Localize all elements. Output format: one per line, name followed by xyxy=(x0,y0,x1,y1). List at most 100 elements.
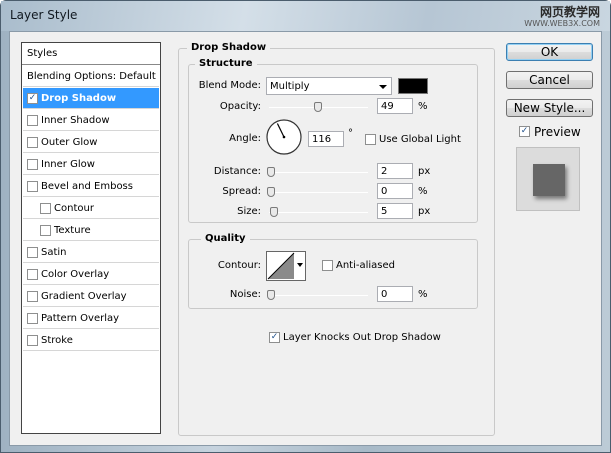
blend-mode-label: Blend Mode: xyxy=(198,80,261,91)
sidebar-item-blending-options-default[interactable]: Blending Options: Default xyxy=(23,66,159,87)
knockout-checkbox[interactable]: ✓ xyxy=(269,332,280,343)
title-bar[interactable]: Layer Style 网页教学网 WWW.WEB3X.COM xyxy=(1,1,610,31)
styles-list: Styles Blending Options: Default ✓ Drop Sh… xyxy=(21,42,161,434)
sidebar-checkbox[interactable] xyxy=(27,269,38,280)
anti-aliased-label[interactable]: Anti-aliased xyxy=(336,260,395,271)
angle-dial[interactable] xyxy=(265,118,303,156)
ok-button[interactable]: OK xyxy=(506,43,593,61)
noise-slider-thumb[interactable] xyxy=(267,290,275,300)
sidebar-checkbox[interactable] xyxy=(27,137,38,148)
sidebar-checkbox[interactable] xyxy=(27,335,38,346)
sidebar-item-outer-glow[interactable]: Outer Glow xyxy=(23,132,159,153)
quality-group: Quality Contour: Anti-aliased Noise: 0 % xyxy=(188,233,478,309)
distance-value: 2 xyxy=(381,166,388,177)
sidebar-item-inner-shadow[interactable]: Inner Shadow xyxy=(23,110,159,131)
opacity-input[interactable]: 49 xyxy=(377,98,413,114)
use-global-light-checkbox[interactable] xyxy=(365,134,376,145)
sidebar-item-label: Blending Options: Default xyxy=(27,71,156,82)
contour-preview-icon xyxy=(267,252,295,280)
dialog-body: Styles Blending Options: Default ✓ Drop Sh… xyxy=(9,31,602,446)
spread-slider-track[interactable] xyxy=(269,192,368,193)
distance-slider-track[interactable] xyxy=(269,172,368,173)
sidebar-item-satin[interactable]: Satin xyxy=(23,242,159,263)
size-label: Size: xyxy=(237,206,261,217)
spread-unit: % xyxy=(418,186,428,197)
sidebar-checkbox[interactable] xyxy=(27,313,38,324)
chevron-down-icon xyxy=(379,85,387,89)
structure-title: Structure xyxy=(195,58,257,69)
opacity-slider-thumb[interactable] xyxy=(313,102,322,112)
sidebar-item-label: Stroke xyxy=(41,335,73,346)
sidebar-item-color-overlay[interactable]: Color Overlay xyxy=(23,264,159,285)
size-unit: px xyxy=(418,206,431,217)
size-input[interactable]: 5 xyxy=(377,203,413,219)
contour-picker[interactable] xyxy=(266,251,306,281)
noise-input[interactable]: 0 xyxy=(377,286,413,302)
sidebar-item-label: Contour xyxy=(54,203,94,214)
sidebar-item-label: Pattern Overlay xyxy=(41,313,120,324)
sidebar-item-label: Inner Glow xyxy=(41,159,95,170)
sidebar-checkbox[interactable] xyxy=(27,181,38,192)
angle-value: 116 xyxy=(312,134,332,145)
sidebar-item-label: Texture xyxy=(54,225,91,236)
spread-value: 0 xyxy=(381,186,388,197)
sidebar-item-contour[interactable]: Contour xyxy=(23,198,159,219)
spread-slider-thumb[interactable] xyxy=(267,187,275,197)
sidebar-checkbox[interactable] xyxy=(27,291,38,302)
drop-shadow-title: Drop Shadow xyxy=(187,42,271,53)
sidebar-item-texture[interactable]: Texture xyxy=(23,220,159,241)
structure-group: Structure Blend Mode: Multiply Opacity: … xyxy=(188,58,478,223)
sidebar-item-inner-glow[interactable]: Inner Glow xyxy=(23,154,159,175)
noise-unit: % xyxy=(418,289,428,300)
spread-input[interactable]: 0 xyxy=(377,183,413,199)
contour-label: Contour: xyxy=(217,260,261,271)
sidebar-checkbox[interactable] xyxy=(27,159,38,170)
sidebar-item-label: Satin xyxy=(41,247,67,258)
spread-label: Spread: xyxy=(222,186,261,197)
noise-label: Noise: xyxy=(229,289,261,300)
blend-mode-value: Multiply xyxy=(270,81,310,92)
sidebar-item-label: Drop Shadow xyxy=(41,93,117,104)
noise-value: 0 xyxy=(381,289,388,300)
distance-slider-thumb[interactable] xyxy=(267,167,275,177)
size-value: 5 xyxy=(381,206,388,217)
window-title: Layer Style xyxy=(10,8,78,22)
distance-label: Distance: xyxy=(213,166,261,177)
blend-mode-select[interactable]: Multiply xyxy=(266,77,392,95)
watermark-line-2: WWW.WEB3X.COM xyxy=(524,19,600,28)
distance-input[interactable]: 2 xyxy=(377,163,413,179)
sidebar-item-pattern-overlay[interactable]: Pattern Overlay xyxy=(23,308,159,329)
new-style-button[interactable]: New Style... xyxy=(506,99,593,117)
sidebar-item-label: Gradient Overlay xyxy=(41,291,127,302)
angle-label: Angle: xyxy=(229,133,261,144)
cancel-button[interactable]: Cancel xyxy=(506,71,593,89)
knockout-label[interactable]: Layer Knocks Out Drop Shadow xyxy=(283,332,441,343)
sidebar-item-bevel-and-emboss[interactable]: Bevel and Emboss xyxy=(23,176,159,197)
shadow-color-swatch[interactable] xyxy=(398,78,428,94)
sidebar-item-stroke[interactable]: Stroke xyxy=(23,330,159,351)
preview-label[interactable]: Preview xyxy=(534,125,581,139)
watermark-line-1: 网页教学网 xyxy=(539,5,600,19)
size-slider-thumb[interactable] xyxy=(270,207,278,217)
sidebar-checkbox[interactable] xyxy=(40,203,51,214)
sidebar-item-drop-shadow[interactable]: ✓ Drop Shadow xyxy=(23,88,159,109)
noise-slider-track[interactable] xyxy=(269,295,368,296)
size-slider-track[interactable] xyxy=(269,212,368,213)
anti-aliased-checkbox[interactable] xyxy=(322,260,333,271)
sidebar-checkbox[interactable] xyxy=(40,225,51,236)
use-global-light-label[interactable]: Use Global Light xyxy=(379,134,461,145)
sidebar-item-label: Inner Shadow xyxy=(41,115,110,126)
sidebar-checkbox[interactable]: ✓ xyxy=(27,93,38,104)
opacity-value: 49 xyxy=(381,101,394,112)
preview-checkbox[interactable]: ✓ xyxy=(519,126,530,137)
sidebar-item-gradient-overlay[interactable]: Gradient Overlay xyxy=(23,286,159,307)
angle-input[interactable]: 116 xyxy=(308,131,344,147)
sidebar-checkbox[interactable] xyxy=(27,115,38,126)
sidebar-checkbox[interactable] xyxy=(27,247,38,258)
quality-title: Quality xyxy=(201,233,250,244)
distance-unit: px xyxy=(418,166,431,177)
angle-unit: ° xyxy=(348,128,353,139)
sidebar-item-label: Bevel and Emboss xyxy=(41,181,133,192)
styles-header[interactable]: Styles xyxy=(22,43,160,65)
sidebar-item-label: Outer Glow xyxy=(41,137,98,148)
